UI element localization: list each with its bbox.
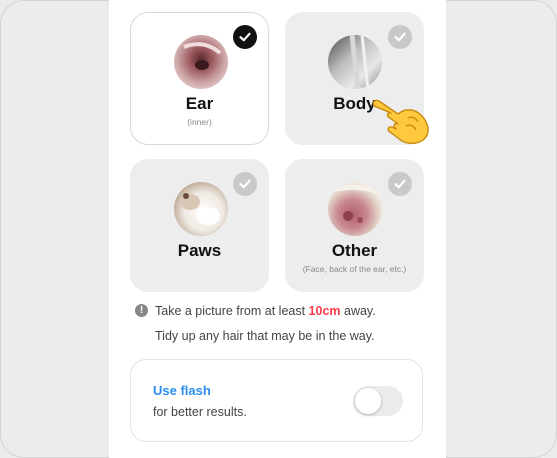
check-icon xyxy=(233,172,257,196)
option-sublabel: (Face, back of the ear, etc.) xyxy=(302,264,407,274)
pointing-hand-icon xyxy=(368,84,438,146)
flash-option-card: Use flash for better results. xyxy=(130,359,423,442)
check-icon xyxy=(388,172,412,196)
option-label: Paws xyxy=(177,241,222,260)
tip-hair: Tidy up any hair that may be in the way. xyxy=(155,329,375,343)
skin-photo-icon xyxy=(328,182,382,236)
tip-text: Take a picture from at least xyxy=(155,304,309,318)
info-icon: ! xyxy=(135,304,148,317)
ear-photo-icon xyxy=(174,35,228,89)
tip-highlight: 10cm xyxy=(308,304,341,318)
option-card-other[interactable]: Other (Face, back of the ear, etc.) xyxy=(285,159,424,292)
body-fur-photo-icon xyxy=(328,35,382,89)
check-icon xyxy=(233,25,257,49)
option-card-ear[interactable]: Ear (inner) xyxy=(130,12,269,145)
flash-subtitle: for better results. xyxy=(153,405,247,419)
flash-title: Use flash xyxy=(153,383,211,398)
toggle-knob xyxy=(355,388,381,414)
flash-toggle[interactable] xyxy=(353,386,403,416)
check-icon xyxy=(388,25,412,49)
option-label: Other xyxy=(331,241,378,260)
paw-photo-icon xyxy=(174,182,228,236)
option-sublabel: (inner) xyxy=(187,117,212,127)
tip-distance: Take a picture from at least 10cm away. xyxy=(155,304,376,318)
tip-text-end: away. xyxy=(340,304,376,318)
option-card-paws[interactable]: Paws xyxy=(130,159,269,292)
option-label: Ear xyxy=(185,94,214,113)
